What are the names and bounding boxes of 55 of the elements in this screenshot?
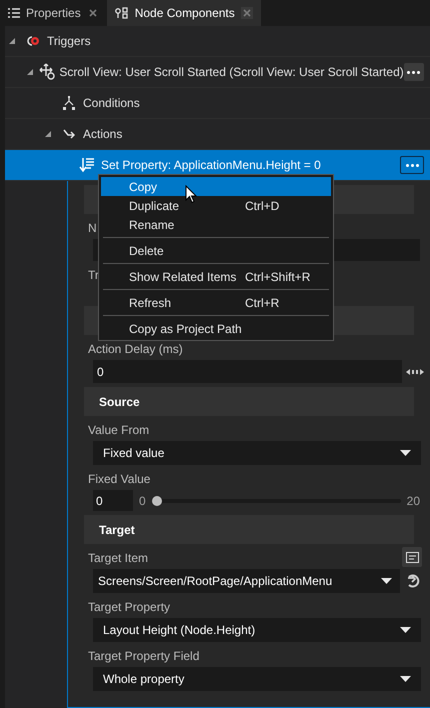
expand-arrow-icon[interactable] [45, 131, 51, 137]
dropdown-caret-icon [400, 627, 411, 633]
close-icon[interactable] [240, 7, 253, 19]
binding-icon[interactable] [406, 368, 424, 376]
field-label: Fixed Value [88, 471, 150, 488]
field-label: Target Property [88, 599, 170, 616]
dropdown[interactable]: Fixed value [93, 441, 421, 465]
expand-arrow-icon[interactable] [27, 69, 33, 75]
field-label: Value From [88, 422, 150, 439]
menu-item[interactable]: Delete [101, 241, 331, 260]
section-title: Source [99, 394, 140, 410]
picker-button[interactable] [402, 547, 422, 567]
trigger-icon [25, 35, 41, 47]
field-label: Target Item [88, 550, 148, 567]
number-field[interactable]: 0 [93, 490, 133, 511]
dropdown-caret-icon [381, 578, 392, 584]
dropdown[interactable]: Layout Height (Node.Height) [93, 618, 421, 642]
menu-item[interactable]: Rename [101, 215, 331, 234]
menu-item[interactable]: Refresh Ctrl+R [101, 293, 331, 312]
more-button[interactable] [404, 63, 424, 81]
dropdown-caret-icon [400, 450, 411, 456]
field-label: Action Delay (ms) [88, 341, 183, 358]
section-title: Target [99, 522, 135, 538]
field-label: N [88, 220, 97, 237]
form-icon [406, 552, 418, 562]
tree-item-label: Triggers [47, 33, 91, 50]
expand-arrow-icon[interactable] [9, 38, 15, 44]
branch-icon [62, 96, 76, 110]
arrow-icon [63, 128, 75, 140]
field-label: Tr [88, 267, 99, 284]
tab[interactable]: Node Components [106, 0, 261, 26]
list-icon [8, 8, 20, 18]
dropdown[interactable]: Screens/Screen/RootPage/ApplicationMenu [93, 569, 400, 593]
mouse-cursor-icon [185, 185, 197, 204]
tree-item-label: Actions [83, 126, 122, 143]
dropdown[interactable]: Whole property [93, 667, 421, 691]
menu-item[interactable]: Copy [101, 177, 331, 196]
menu-item[interactable]: Copy as Project Path [101, 319, 331, 338]
dropdown-caret-icon [400, 676, 411, 682]
tree-item-label: Conditions [83, 95, 140, 112]
components-icon [114, 7, 129, 19]
tree-item-label: Set Property: ApplicationMenu.Height = 0 [101, 157, 321, 174]
tree-item-label: Scroll View: User Scroll Started (Scroll View: User Scroll Started) [59, 64, 404, 81]
go-to-icon[interactable] [406, 574, 420, 588]
slider-min: 0 [139, 492, 146, 510]
close-icon[interactable] [86, 7, 99, 19]
more-button[interactable] [400, 156, 424, 174]
number-field[interactable]: 0 [93, 360, 402, 383]
menu-item[interactable]: Duplicate Ctrl+D [101, 196, 331, 215]
slider-max: 20 [406, 492, 420, 510]
menu-item[interactable]: Show Related Items Ctrl+Shift+R [101, 267, 331, 286]
field-label: Target Property Field [88, 648, 200, 665]
slider-thumb[interactable] [152, 496, 162, 506]
set-list-icon [79, 157, 95, 173]
move-icon [38, 63, 56, 81]
